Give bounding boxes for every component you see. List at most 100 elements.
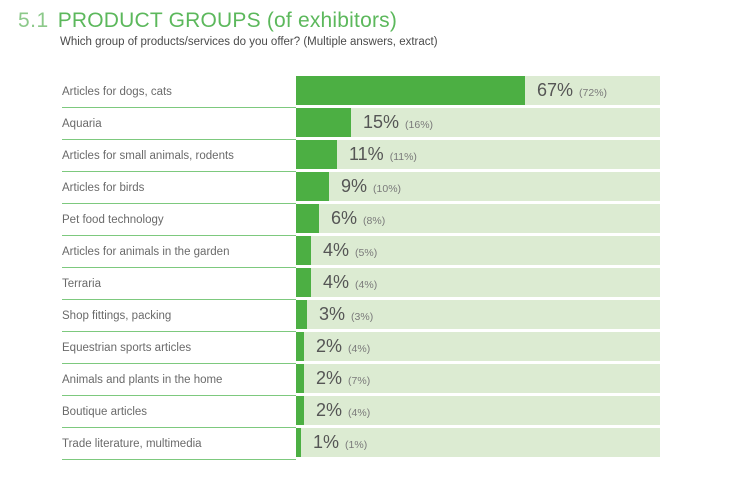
bar-track: 15% (16%): [296, 108, 660, 137]
page-title: 5.1 PRODUCT GROUPS (of exhibitors): [18, 9, 397, 33]
chart-row: Articles for animals in the garden 4% (5%): [0, 236, 740, 268]
chart-row: Pet food technology 6% (8%): [0, 204, 740, 236]
bar-track: 9% (10%): [296, 172, 660, 201]
chart-row: Shop fittings, packing 3% (3%): [0, 300, 740, 332]
bar-value-group: 15% (16%): [363, 108, 433, 137]
row-label: Pet food technology: [62, 213, 164, 226]
row-label: Articles for small animals, rodents: [62, 149, 234, 162]
row-label: Animals and plants in the home: [62, 373, 223, 386]
title-text: PRODUCT GROUPS (of exhibitors): [57, 9, 398, 32]
row-label: Equestrian sports articles: [62, 341, 192, 354]
bar-fill: [296, 140, 337, 169]
row-label-cell: Articles for small animals, rodents: [62, 140, 296, 172]
bar-track: 4% (4%): [296, 268, 660, 297]
bar-value-group: 9% (10%): [341, 172, 401, 201]
row-label-cell: Shop fittings, packing: [62, 300, 296, 332]
row-label: Articles for dogs, cats: [62, 85, 172, 98]
bar-fill: [296, 108, 351, 137]
row-label-cell: Equestrian sports articles: [62, 332, 296, 364]
row-label-cell: Animals and plants in the home: [62, 364, 296, 396]
bar-value: 2%: [316, 336, 343, 356]
row-label: Terraria: [62, 277, 101, 290]
chart-row: Terraria 4% (4%): [0, 268, 740, 300]
section-number: 5.1: [18, 9, 49, 32]
bar-value: 2%: [316, 368, 343, 388]
chart-row: Aquaria 15% (16%): [0, 108, 740, 140]
bar-track: 1% (1%): [296, 428, 660, 457]
bar-value: 4%: [323, 272, 350, 292]
bar-value: 4%: [323, 240, 350, 260]
bar-previous-value: (1%): [345, 438, 368, 451]
bar-fill: [296, 396, 304, 425]
row-label: Aquaria: [62, 117, 102, 130]
row-label: Shop fittings, packing: [62, 309, 172, 322]
bar-track: 11% (11%): [296, 140, 660, 169]
chart-page: 5.1 PRODUCT GROUPS (of exhibitors) Which …: [0, 0, 740, 503]
chart-row: Articles for birds 9% (10%): [0, 172, 740, 204]
row-label: Trade literature, multimedia: [62, 437, 202, 450]
bar-fill: [296, 172, 329, 201]
chart-subtitle: Which group of products/services do you …: [60, 36, 438, 48]
row-label-cell: Boutique articles: [62, 396, 296, 428]
row-label: Articles for birds: [62, 181, 145, 194]
bar-value-group: 4% (5%): [323, 236, 377, 265]
bar-previous-value: (4%): [348, 342, 371, 355]
bar-value: 9%: [341, 176, 368, 196]
bar-value: 67%: [537, 80, 574, 100]
bar-fill: [296, 268, 311, 297]
bar-track: 6% (8%): [296, 204, 660, 233]
row-label-cell: Aquaria: [62, 108, 296, 140]
chart-row: Trade literature, multimedia 1% (1%): [0, 428, 740, 460]
row-label-cell: Articles for dogs, cats: [62, 76, 296, 108]
bar-fill: [296, 364, 304, 393]
bar-track: 3% (3%): [296, 300, 660, 329]
bar-value-group: 3% (3%): [319, 300, 373, 329]
row-label-cell: Articles for birds: [62, 172, 296, 204]
bar-previous-value: (4%): [348, 406, 371, 419]
row-label-cell: Trade literature, multimedia: [62, 428, 296, 460]
row-label-cell: Terraria: [62, 268, 296, 300]
bar-fill: [296, 332, 304, 361]
bar-previous-value: (16%): [405, 118, 434, 131]
chart-row: Boutique articles 2% (4%): [0, 396, 740, 428]
bar-value-group: 2% (7%): [316, 364, 370, 393]
bar-value-group: 1% (1%): [313, 428, 367, 457]
row-label: Boutique articles: [62, 405, 148, 418]
bar-chart: Articles for dogs, cats 67% (72%) Aquaria 15…: [0, 76, 740, 460]
chart-row: Articles for dogs, cats 67% (72%): [0, 76, 740, 108]
bar-value-group: 11% (11%): [349, 140, 417, 169]
bar-previous-value: (3%): [351, 310, 374, 323]
row-label-cell: Articles for animals in the garden: [62, 236, 296, 268]
row-label: Articles for animals in the garden: [62, 245, 230, 258]
bar-track: 2% (4%): [296, 332, 660, 361]
bar-track: 2% (4%): [296, 396, 660, 425]
bar-previous-value: (10%): [373, 182, 402, 195]
bar-value: 11%: [349, 144, 384, 164]
bar-previous-value: (8%): [363, 214, 386, 227]
bar-fill: [296, 428, 301, 457]
bar-value: 15%: [363, 112, 400, 132]
row-label-cell: Pet food technology: [62, 204, 296, 236]
bar-previous-value: (72%): [579, 86, 608, 99]
bar-fill: [296, 204, 319, 233]
bar-previous-value: (4%): [355, 278, 378, 291]
bar-previous-value: (7%): [348, 374, 371, 387]
bar-value: 2%: [316, 400, 343, 420]
bar-value-group: 2% (4%): [316, 396, 370, 425]
bar-track: 2% (7%): [296, 364, 660, 393]
bar-previous-value: (5%): [355, 246, 378, 259]
bar-fill: [296, 76, 525, 105]
bar-previous-value: (11%): [389, 150, 417, 163]
bar-track: 4% (5%): [296, 236, 660, 265]
bar-fill: [296, 236, 311, 265]
bar-value-group: 2% (4%): [316, 332, 370, 361]
bar-track: 67% (72%): [296, 76, 660, 105]
bar-fill: [296, 300, 307, 329]
bar-value: 1%: [313, 432, 340, 452]
chart-row: Articles for small animals, rodents 11% (1…: [0, 140, 740, 172]
bar-value: 3%: [319, 304, 346, 324]
bar-value-group: 6% (8%): [331, 204, 385, 233]
bar-value-group: 4% (4%): [323, 268, 377, 297]
chart-row: Equestrian sports articles 2% (4%): [0, 332, 740, 364]
bar-value-group: 67% (72%): [537, 76, 607, 105]
